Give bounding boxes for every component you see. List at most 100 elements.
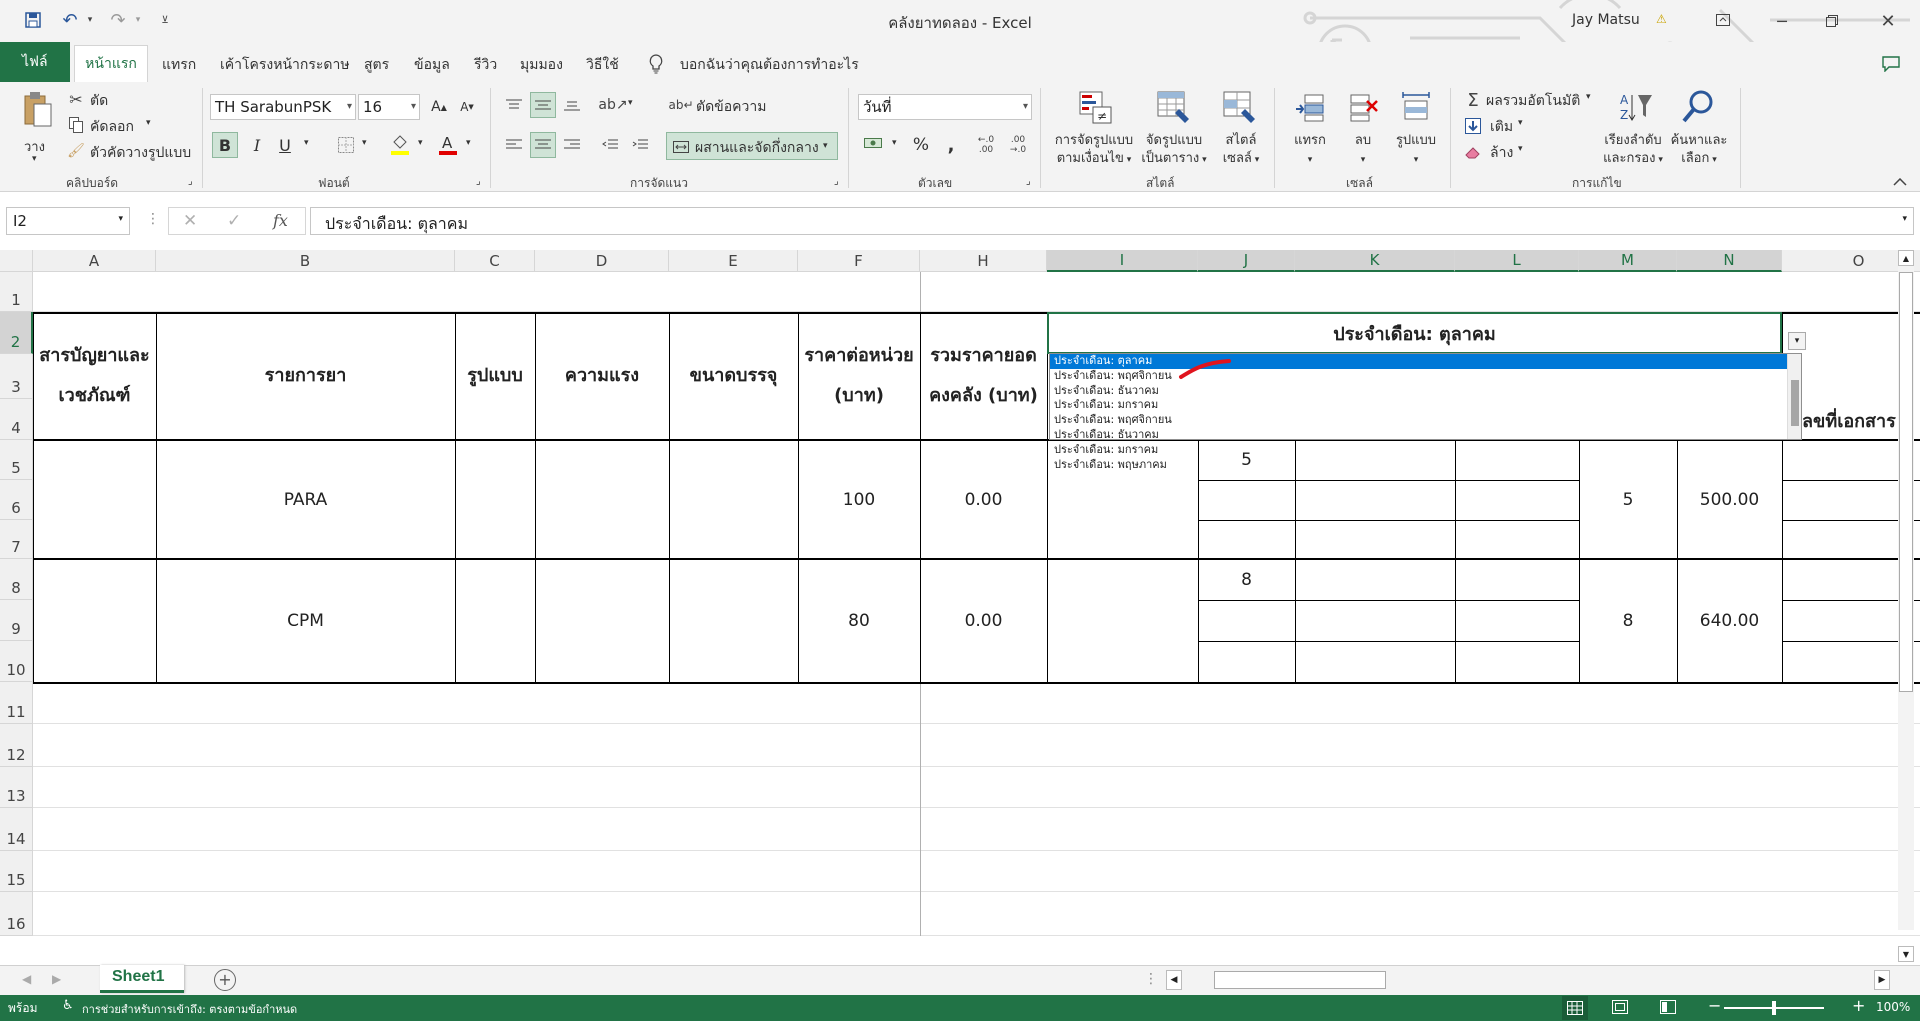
row-header-8[interactable]: 8 <box>0 559 33 600</box>
zoom-slider[interactable] <box>1724 1001 1824 1015</box>
dropdown-option[interactable]: ประจำเดือน: พฤษภาคม <box>1050 458 1801 473</box>
header-cell-h[interactable]: รวมราคายอดคงคลัง (บาท) <box>924 314 1043 438</box>
row-header-6[interactable]: 6 <box>0 480 33 520</box>
column-header-l[interactable]: L <box>1455 250 1579 272</box>
number-launcher-icon[interactable]: ⌟ <box>1026 176 1031 187</box>
percent-style-button[interactable]: % <box>908 132 934 158</box>
row-header-4[interactable]: 4 <box>0 399 33 440</box>
font-launcher-icon[interactable]: ⌟ <box>476 176 481 187</box>
zoom-slider-thumb[interactable] <box>1772 1001 1776 1015</box>
column-header-f[interactable]: F <box>798 250 920 272</box>
align-top-icon[interactable] <box>502 92 526 118</box>
accessibility-icon[interactable]: ♿ <box>62 998 74 1013</box>
column-header-d[interactable]: D <box>535 250 669 272</box>
spreadsheet-grid[interactable]: A B C D E F H I J K L M N O 1 2 3 4 5 6 7 8 9 10 11 12 13 14 15 16 สาร… <box>0 250 1920 965</box>
page-break-view-icon[interactable] <box>1660 999 1680 1017</box>
fill-color-dropdown-icon[interactable]: ▾ <box>418 138 423 148</box>
tab-home[interactable]: หน้าแรก <box>74 45 148 82</box>
borders-icon[interactable] <box>334 132 358 158</box>
column-header-i[interactable]: I <box>1047 250 1198 272</box>
minimize-icon[interactable]: ─ <box>1762 6 1802 36</box>
decrease-indent-icon[interactable] <box>598 132 622 158</box>
insert-cells-icon[interactable] <box>1292 90 1328 126</box>
item-name-cell[interactable]: PARA <box>156 440 455 559</box>
tab-data[interactable]: ข้อมูล <box>410 50 454 80</box>
dropdown-scrollbar[interactable] <box>1787 354 1801 439</box>
item-price-cell[interactable]: 80 <box>798 559 920 682</box>
sort-filter-icon[interactable]: AZ <box>1616 88 1656 128</box>
tab-insert[interactable]: แทรก <box>158 50 200 80</box>
row-header-13[interactable]: 13 <box>0 767 33 808</box>
row-header-15[interactable]: 15 <box>0 851 33 892</box>
dropdown-option[interactable]: ประจำเดือน: พฤศจิกายน <box>1050 413 1801 428</box>
increase-font-icon[interactable]: A ▲ <box>426 94 452 120</box>
hscroll-right-icon[interactable]: ▶ <box>1874 970 1890 990</box>
format-as-table-button[interactable]: จัดรูปแบบ เป็นตาราง ▾ <box>1136 132 1212 169</box>
undo-icon[interactable]: ↶ <box>58 8 82 32</box>
format-painter-button[interactable]: ตัวคัดวางรูปแบบ <box>90 142 191 164</box>
item-n-cell[interactable]: 640.00 <box>1677 559 1782 682</box>
scroll-left-icon[interactable]: ◀ <box>22 972 31 986</box>
insert-function-icon[interactable]: fx <box>273 211 288 230</box>
cut-button[interactable]: ตัด <box>90 90 108 112</box>
row-header-2[interactable]: 2 <box>0 312 33 354</box>
underline-button[interactable]: U <box>272 132 298 158</box>
column-header-a[interactable]: A <box>33 250 156 272</box>
collapse-ribbon-icon[interactable] <box>1888 174 1912 190</box>
autosum-icon[interactable]: Σ <box>1462 88 1484 112</box>
month-dropdown-list[interactable]: ประจำเดือน: ตุลาคม ประจำเดือน: พฤศจิกายนป… <box>1049 353 1802 471</box>
header-cell-e[interactable]: ขนาดบรรจุ <box>673 314 794 438</box>
orientation-icon[interactable]: ab↗ <box>598 92 627 118</box>
add-sheet-icon[interactable]: + <box>214 969 236 991</box>
row-header-1[interactable]: 1 <box>0 272 33 312</box>
name-box[interactable]: I2 ▾ <box>6 207 130 235</box>
paste-icon[interactable] <box>20 88 56 132</box>
column-header-m[interactable]: M <box>1579 250 1677 272</box>
comments-icon[interactable] <box>1876 50 1906 78</box>
column-header-e[interactable]: E <box>669 250 798 272</box>
header-cell-b[interactable]: รายการยา <box>160 314 451 438</box>
bold-button[interactable]: B <box>212 132 238 158</box>
item-name-cell[interactable]: CPM <box>156 559 455 682</box>
dropdown-option[interactable]: ประจำเดือน: ธันวาคม <box>1050 428 1801 443</box>
save-icon[interactable] <box>22 8 44 32</box>
clear-dropdown-icon[interactable]: ▾ <box>1518 144 1523 154</box>
zoom-out-icon[interactable]: − <box>1708 996 1721 1015</box>
horizontal-scrollbar[interactable] <box>1184 970 1880 990</box>
tab-view[interactable]: มุมมอง <box>516 50 567 80</box>
horizontal-scroll-thumb[interactable] <box>1214 971 1386 989</box>
item-j-cell[interactable]: 8 <box>1198 559 1295 600</box>
dropdown-option[interactable]: ประจำเดือน: มกราคม <box>1050 443 1801 458</box>
format-cells-icon[interactable] <box>1396 88 1436 128</box>
header-cell-f[interactable]: ราคาต่อหน่วย (บาท) <box>802 314 916 438</box>
dropdown-option[interactable]: ประจำเดือน: ตุลาคม <box>1050 354 1801 369</box>
alignment-launcher-icon[interactable]: ⌟ <box>834 176 839 187</box>
sort-filter-button[interactable]: เรียงลำดับ และกรอง ▾ <box>1600 132 1666 169</box>
cell-styles-icon[interactable] <box>1220 88 1260 128</box>
accessibility-status[interactable]: การช่วยสำหรับการเข้าถึง: ตรงตามข้อกำหนด <box>82 1000 297 1018</box>
column-header-k[interactable]: K <box>1295 250 1455 272</box>
row-header-16[interactable]: 16 <box>0 892 33 936</box>
formula-input[interactable]: ประจำเดือน: ตุลาคม ▾ <box>310 207 1914 235</box>
dropdown-option[interactable]: ประจำเดือน: มกราคม <box>1050 398 1801 413</box>
header-cell-c[interactable]: รูปแบบ <box>459 314 531 438</box>
delete-cells-button[interactable]: ลบ ▾ <box>1348 132 1378 169</box>
tab-help[interactable]: วิธีใช้ <box>582 50 623 80</box>
delete-cells-icon[interactable] <box>1346 90 1382 126</box>
normal-view-icon[interactable] <box>1562 996 1588 1020</box>
close-icon[interactable]: ✕ <box>1868 6 1908 36</box>
decrease-decimal-icon[interactable]: .00 →.0 <box>1004 132 1032 158</box>
column-header-j[interactable]: J <box>1198 250 1295 272</box>
month-dropdown-button[interactable]: ▾ <box>1788 332 1806 350</box>
accounting-format-icon[interactable] <box>860 132 886 158</box>
dropdown-option[interactable]: ประจำเดือน: พฤศจิกายน <box>1050 369 1801 384</box>
redo-dropdown-icon[interactable]: ▾ <box>132 8 144 32</box>
month-selector-cell[interactable]: ประจำเดือน: ตุลาคม <box>1047 312 1782 354</box>
hscroll-left-icon[interactable]: ◀ <box>1166 970 1182 990</box>
scroll-down-icon[interactable]: ▼ <box>1898 946 1914 962</box>
font-size-combo[interactable]: 16 ▾ <box>358 94 420 120</box>
merge-center-button[interactable]: ผสานและจัดกึ่งกลาง ▾ <box>666 132 838 160</box>
customize-qat-icon[interactable]: ⊻ <box>158 8 172 32</box>
tab-file[interactable]: ไฟล์ <box>0 42 70 82</box>
column-header-c[interactable]: C <box>455 250 535 272</box>
